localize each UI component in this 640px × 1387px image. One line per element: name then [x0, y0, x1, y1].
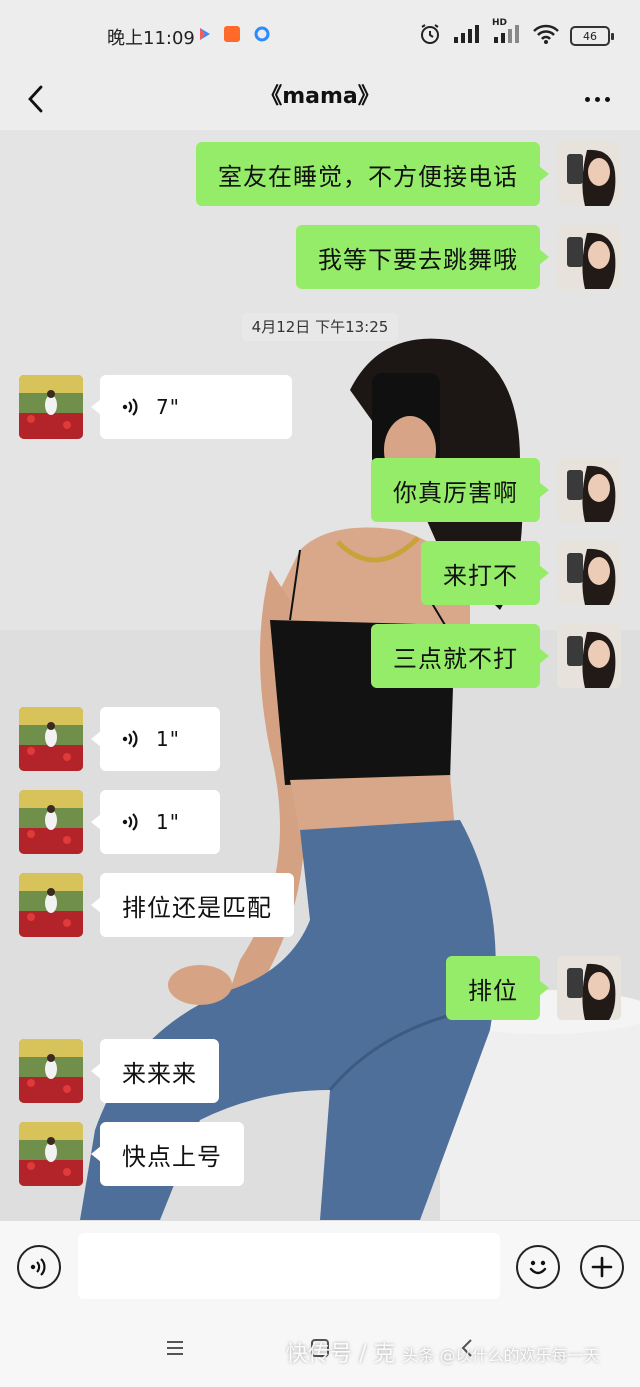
message-outgoing: 三点就不打: [0, 624, 640, 688]
chat-area[interactable]: 室友在睡觉，不方便接电话 我等下要去跳舞哦 4月12日 下午13:25 7" 你…: [0, 130, 640, 1220]
message-incoming: 1": [0, 707, 640, 771]
message-outgoing: 你真厉害啊: [0, 458, 640, 522]
voice-duration: 1": [156, 810, 180, 834]
avatar-self[interactable]: [557, 956, 621, 1020]
voice-wave-icon: [30, 1258, 46, 1276]
watermark-sub: 头条 @以什么的欢乐每一天: [402, 1346, 600, 1365]
signal-hd-icon: HD: [492, 18, 522, 48]
avatar-mama[interactable]: [19, 1039, 83, 1103]
message-bubble[interactable]: 室友在睡觉，不方便接电话: [196, 142, 549, 206]
voice-wave-icon: [122, 396, 142, 418]
message-bubble[interactable]: 三点就不打: [371, 624, 549, 688]
message-incoming: 1": [0, 790, 640, 854]
voice-wave-icon: [122, 728, 142, 750]
chat-title: 《mama》: [260, 84, 380, 109]
avatar-self[interactable]: [557, 541, 621, 605]
message-bubble[interactable]: 排位: [446, 956, 549, 1020]
avatar-mama[interactable]: [19, 1122, 83, 1186]
message-bubble[interactable]: 来打不: [421, 541, 549, 605]
avatar-mama[interactable]: [19, 790, 83, 854]
avatar-self[interactable]: [557, 142, 621, 206]
plus-circle-icon: [591, 1256, 613, 1278]
message-incoming: 来来来: [0, 1039, 640, 1103]
message-incoming: 排位还是匹配: [0, 873, 640, 937]
more-dots-icon[interactable]: [580, 84, 614, 114]
message-bubble[interactable]: 你真厉害啊: [371, 458, 549, 522]
message-bubble[interactable]: 快点上号: [91, 1122, 244, 1186]
status-time: 晚上11:09: [107, 28, 195, 49]
alarm-icon: [418, 22, 442, 50]
message-outgoing: 我等下要去跳舞哦: [0, 225, 640, 289]
circle-app-icon: [254, 26, 270, 42]
menu-icon[interactable]: [163, 1336, 187, 1360]
watermark: 快传号 / 克 头条 @以什么的欢乐每一天: [286, 1336, 600, 1368]
input-bar: [0, 1220, 640, 1310]
watermark-main: 快传号 / 克: [286, 1342, 396, 1367]
voice-message[interactable]: 1": [91, 707, 220, 771]
avatar-mama[interactable]: [19, 873, 83, 937]
message-bubble[interactable]: 来来来: [91, 1039, 219, 1103]
plus-button[interactable]: [580, 1245, 624, 1289]
smiley-icon: [529, 1260, 547, 1275]
voice-toggle-button[interactable]: [17, 1245, 61, 1289]
message-bubble[interactable]: 我等下要去跳舞哦: [296, 225, 549, 289]
emoji-button[interactable]: [516, 1245, 560, 1289]
status-bar: 晚上11:09 HD 46: [0, 0, 640, 68]
battery-indicator: 46: [570, 26, 614, 46]
network-type: HD: [492, 18, 508, 28]
voice-wave-icon: [122, 811, 142, 833]
avatar-self[interactable]: [557, 624, 621, 688]
timestamp: 4月12日 下午13:25: [0, 313, 640, 341]
taobao-app-icon: [224, 26, 240, 42]
avatar-self[interactable]: [557, 225, 621, 289]
message-outgoing: 来打不: [0, 541, 640, 605]
chat-header: 《mama》: [0, 68, 640, 130]
message-incoming: 快点上号: [0, 1122, 640, 1186]
voice-duration: 1": [156, 727, 180, 751]
signal-icon: [452, 24, 482, 48]
timestamp-text: 4月12日 下午13:25: [241, 313, 399, 341]
voice-message[interactable]: 1": [91, 790, 220, 854]
avatar-mama[interactable]: [19, 375, 83, 439]
play-app-icon: [196, 26, 212, 42]
avatar-mama[interactable]: [19, 707, 83, 771]
message-incoming: 7": [0, 375, 640, 439]
avatar-self[interactable]: [557, 458, 621, 522]
message-outgoing: 室友在睡觉，不方便接电话: [0, 142, 640, 206]
voice-duration: 7": [156, 395, 180, 419]
message-outgoing: 排位: [0, 956, 640, 1020]
message-bubble[interactable]: 排位还是匹配: [91, 873, 294, 937]
message-input[interactable]: [78, 1233, 500, 1299]
wifi-icon: [532, 23, 560, 49]
voice-message[interactable]: 7": [91, 375, 292, 439]
